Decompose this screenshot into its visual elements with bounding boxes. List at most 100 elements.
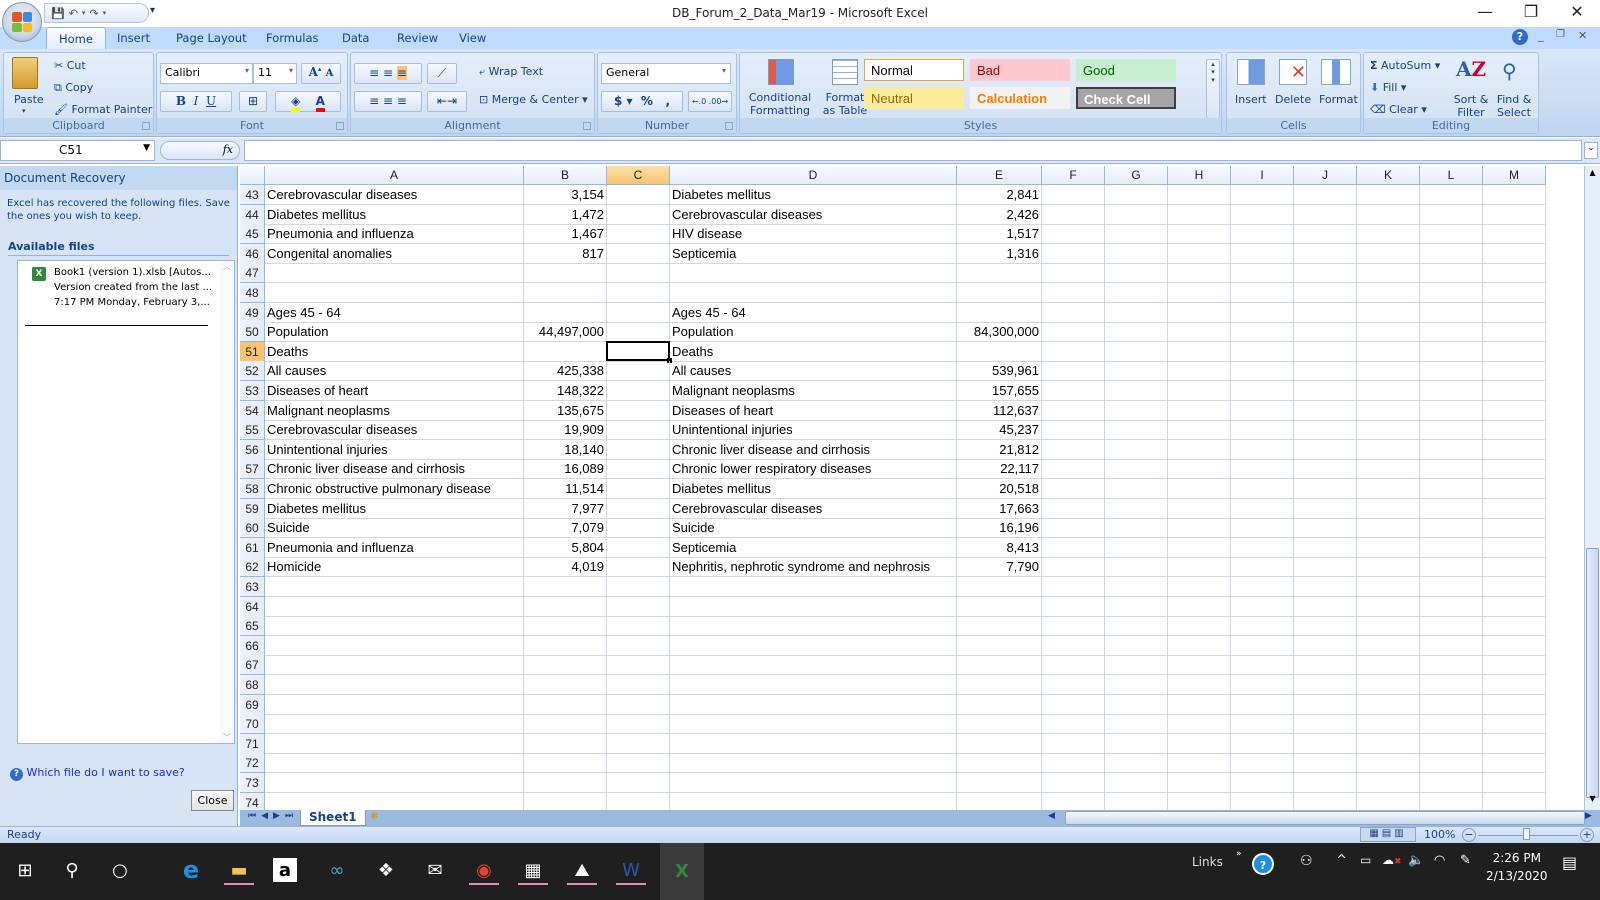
cell-h70[interactable] bbox=[1168, 714, 1231, 735]
cell-a59[interactable]: Diabetes mellitus bbox=[265, 498, 524, 519]
cell-c49[interactable] bbox=[607, 302, 670, 323]
cell-h67[interactable] bbox=[1168, 655, 1231, 676]
cell-j69[interactable] bbox=[1294, 694, 1357, 715]
cell-h57[interactable] bbox=[1168, 459, 1231, 480]
word-icon[interactable]: W bbox=[616, 855, 646, 885]
cell-h44[interactable] bbox=[1168, 204, 1231, 225]
cell-a45[interactable]: Pneumonia and influenza bbox=[265, 224, 524, 245]
cell-l72[interactable] bbox=[1420, 753, 1483, 774]
cell-i43[interactable] bbox=[1231, 185, 1294, 205]
cell-i54[interactable] bbox=[1231, 400, 1294, 421]
cell-e74[interactable] bbox=[957, 792, 1042, 810]
cell-j44[interactable] bbox=[1294, 204, 1357, 225]
grow-shrink-font-buttons[interactable]: A▴ A bbox=[301, 63, 341, 84]
cell-d54[interactable]: Diseases of heart bbox=[670, 400, 957, 421]
cell-j62[interactable] bbox=[1294, 557, 1357, 578]
cell-d51[interactable]: Deaths bbox=[670, 341, 957, 362]
column-header-j[interactable]: J bbox=[1294, 166, 1357, 185]
cell-b51[interactable] bbox=[524, 341, 607, 362]
cell-m44[interactable] bbox=[1483, 204, 1546, 225]
cell-h66[interactable] bbox=[1168, 635, 1231, 656]
cell-k44[interactable] bbox=[1357, 204, 1420, 225]
notifications-icon[interactable]: ▤ bbox=[1562, 853, 1577, 872]
infinity-icon[interactable]: ∞ bbox=[322, 855, 352, 885]
cell-j61[interactable] bbox=[1294, 537, 1357, 558]
cell-k43[interactable] bbox=[1357, 185, 1420, 205]
cell-a53[interactable]: Diseases of heart bbox=[265, 381, 524, 401]
wifi-icon[interactable]: ◠ bbox=[1434, 853, 1445, 868]
cell-l56[interactable] bbox=[1420, 439, 1483, 460]
cell-i65[interactable] bbox=[1231, 616, 1294, 637]
cell-i46[interactable] bbox=[1231, 243, 1294, 264]
row-header[interactable]: 63 bbox=[240, 577, 265, 597]
cell-a43[interactable]: Cerebrovascular diseases bbox=[265, 185, 524, 205]
cell-f53[interactable] bbox=[1042, 381, 1105, 401]
row-header[interactable]: 47 bbox=[240, 263, 265, 284]
cell-style-calculation[interactable]: Calculation bbox=[970, 87, 1070, 109]
cell-g70[interactable] bbox=[1105, 714, 1168, 735]
cell-i69[interactable] bbox=[1231, 694, 1294, 715]
cell-f74[interactable] bbox=[1042, 792, 1105, 810]
cell-l67[interactable] bbox=[1420, 655, 1483, 676]
cell-c64[interactable] bbox=[607, 596, 670, 617]
cell-l48[interactable] bbox=[1420, 283, 1483, 303]
cell-e63[interactable] bbox=[957, 577, 1042, 597]
redo-icon[interactable]: ↷ bbox=[89, 7, 98, 20]
cell-i45[interactable] bbox=[1231, 224, 1294, 245]
column-header-i[interactable]: I bbox=[1231, 166, 1294, 185]
cell-m60[interactable] bbox=[1483, 518, 1546, 539]
cell-a57[interactable]: Chronic liver disease and cirrhosis bbox=[265, 459, 524, 480]
cell-m59[interactable] bbox=[1483, 498, 1546, 519]
cell-d57[interactable]: Chronic lower respiratory diseases bbox=[670, 459, 957, 480]
cell-e69[interactable] bbox=[957, 694, 1042, 715]
cell-b53[interactable]: 148,322 bbox=[524, 381, 607, 401]
cell-f44[interactable] bbox=[1042, 204, 1105, 225]
cell-e46[interactable]: 1,316 bbox=[957, 243, 1042, 264]
cell-b71[interactable] bbox=[524, 733, 607, 754]
cell-h43[interactable] bbox=[1168, 185, 1231, 205]
cell-i47[interactable] bbox=[1231, 263, 1294, 284]
font-color-button[interactable]: A bbox=[315, 94, 325, 112]
cell-e48[interactable] bbox=[957, 283, 1042, 303]
cell-e59[interactable]: 17,663 bbox=[957, 498, 1042, 519]
cell-k71[interactable] bbox=[1357, 733, 1420, 754]
cell-c47[interactable] bbox=[607, 263, 670, 284]
cell-a55[interactable]: Cerebrovascular diseases bbox=[265, 420, 524, 441]
alignment-launcher[interactable] bbox=[583, 122, 591, 130]
scroll-up-button[interactable]: ▲ bbox=[1586, 168, 1599, 182]
cell-a47[interactable] bbox=[265, 263, 524, 284]
cell-f72[interactable] bbox=[1042, 753, 1105, 774]
cell-a73[interactable] bbox=[265, 773, 524, 793]
recovery-list-scrollbar[interactable]: ︿ ﹀ bbox=[220, 261, 234, 743]
insert-function-button[interactable]: fx bbox=[223, 143, 233, 156]
cell-k70[interactable] bbox=[1357, 714, 1420, 735]
cell-a74[interactable] bbox=[265, 792, 524, 810]
cell-a49[interactable]: Ages 45 - 64 bbox=[265, 302, 524, 323]
photos-icon[interactable]: ⛰ bbox=[567, 855, 597, 885]
cell-k45[interactable] bbox=[1357, 224, 1420, 245]
cell-j60[interactable] bbox=[1294, 518, 1357, 539]
cell-a44[interactable]: Diabetes mellitus bbox=[265, 204, 524, 225]
cell-i58[interactable] bbox=[1231, 479, 1294, 499]
cell-f64[interactable] bbox=[1042, 596, 1105, 617]
calculator-icon[interactable]: ▦ bbox=[518, 855, 548, 885]
cell-e72[interactable] bbox=[957, 753, 1042, 774]
cell-c52[interactable] bbox=[607, 361, 670, 382]
search-icon[interactable]: ⚲ bbox=[57, 855, 87, 885]
cell-h62[interactable] bbox=[1168, 557, 1231, 578]
clock[interactable]: 2:26 PM 2/13/2020 bbox=[1486, 849, 1548, 885]
cell-f55[interactable] bbox=[1042, 420, 1105, 441]
cell-b49[interactable] bbox=[524, 302, 607, 323]
cell-e54[interactable]: 112,637 bbox=[957, 400, 1042, 421]
cell-i63[interactable] bbox=[1231, 577, 1294, 597]
cell-f67[interactable] bbox=[1042, 655, 1105, 676]
cell-f66[interactable] bbox=[1042, 635, 1105, 656]
cell-j64[interactable] bbox=[1294, 596, 1357, 617]
cell-g55[interactable] bbox=[1105, 420, 1168, 441]
row-header[interactable]: 50 bbox=[240, 322, 265, 343]
tab-data[interactable]: Data bbox=[330, 27, 381, 49]
cell-l64[interactable] bbox=[1420, 596, 1483, 617]
cell-g64[interactable] bbox=[1105, 596, 1168, 617]
cell-k46[interactable] bbox=[1357, 243, 1420, 264]
undo-icon[interactable]: ↶ bbox=[69, 7, 78, 20]
